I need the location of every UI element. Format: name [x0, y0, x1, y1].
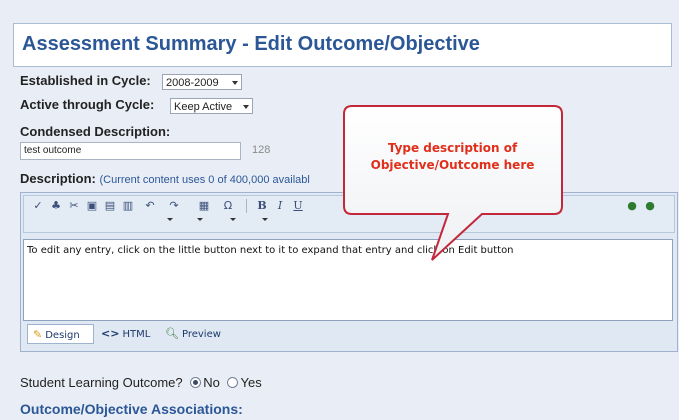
underline-icon[interactable]: U: [290, 199, 306, 213]
table-dropdown-icon[interactable]: [230, 218, 236, 221]
tab-preview-label: Preview: [181, 329, 221, 340]
code-icon: <>: [101, 327, 120, 340]
italic-icon[interactable]: I: [272, 199, 288, 213]
tab-html-label: HTML: [122, 329, 151, 340]
editor-mode-tabs: ✎ Design <> HTML 🔍︎ Preview: [23, 324, 423, 346]
tab-design[interactable]: ✎ Design: [27, 324, 94, 344]
established-cycle-value: 2008-2009: [166, 77, 219, 89]
callout-line-1: Type description of: [387, 141, 518, 155]
slo-row: Student Learning Outcome? No Yes: [20, 375, 262, 390]
slo-yes-radio[interactable]: [227, 377, 239, 388]
slo-no-radio[interactable]: [190, 377, 202, 388]
associations-title: Outcome/Objective Associations:: [20, 401, 243, 417]
established-label: Established in Cycle:: [20, 73, 151, 88]
magnifier-icon: 🔍︎: [165, 327, 179, 340]
page-header: Assessment Summary - Edit Outcome/Object…: [13, 23, 672, 67]
page-title: Assessment Summary - Edit Outcome/Object…: [22, 33, 480, 55]
link-icon[interactable]: ●: [624, 199, 640, 213]
cut-icon[interactable]: ✂: [66, 199, 82, 213]
spellcheck-icon[interactable]: ✓: [30, 199, 46, 213]
callout-line-2: Objective/Outcome here: [370, 158, 535, 172]
character-count: 128: [252, 144, 271, 156]
tab-html[interactable]: <> HTML: [101, 324, 161, 344]
paste-word-icon[interactable]: ▥: [120, 199, 136, 213]
description-usage-note: (Current content uses 0 of 400,000 avail…: [99, 174, 310, 186]
toolbar-separator: [246, 199, 247, 213]
active-label: Active through Cycle:: [20, 97, 155, 112]
bold-icon[interactable]: B: [254, 199, 270, 213]
description-label-text: Description:: [20, 171, 96, 186]
paste-icon[interactable]: ▤: [102, 199, 118, 213]
chevron-down-icon: [243, 105, 249, 109]
condensed-label: Condensed Description:: [20, 124, 171, 139]
active-cycle-value: Keep Active: [174, 101, 233, 113]
omega-icon[interactable]: Ω: [220, 199, 236, 213]
slo-label: Student Learning Outcome?: [20, 375, 183, 390]
copy-icon[interactable]: ▣: [84, 199, 100, 213]
chevron-down-icon: [232, 81, 238, 85]
callout-bubble: [343, 105, 563, 261]
instruction-callout: Type description of Objective/Outcome he…: [340, 100, 580, 270]
find-icon[interactable]: ♣: [48, 199, 64, 213]
tab-design-label: Design: [45, 330, 80, 341]
undo-dropdown-icon[interactable]: [167, 218, 173, 221]
slo-yes-label: Yes: [240, 375, 262, 390]
table-icon[interactable]: ▦: [196, 199, 212, 213]
description-label: Description: (Current content uses 0 of …: [20, 171, 310, 186]
redo-dropdown-icon[interactable]: [197, 218, 203, 221]
pencil-icon: ✎: [33, 328, 43, 341]
callout-text: Type description of Objective/Outcome he…: [350, 140, 555, 174]
tab-preview[interactable]: 🔍︎ Preview: [165, 324, 235, 344]
condensed-description-input[interactable]: test outcome: [20, 142, 241, 160]
slo-no-label: No: [203, 375, 220, 390]
established-cycle-select[interactable]: 2008-2009: [162, 74, 242, 90]
unlink-icon[interactable]: ●: [642, 199, 658, 213]
undo-icon[interactable]: ↶: [142, 199, 158, 213]
symbol-dropdown-icon[interactable]: [262, 218, 268, 221]
active-cycle-select[interactable]: Keep Active: [170, 98, 253, 114]
redo-icon[interactable]: ↷: [166, 199, 182, 213]
